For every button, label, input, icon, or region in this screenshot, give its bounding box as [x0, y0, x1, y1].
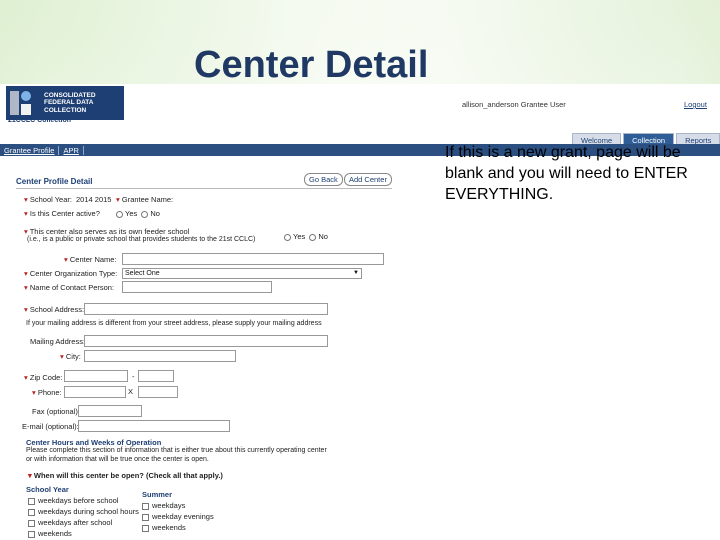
school-address-input[interactable] [84, 303, 328, 315]
city-label: ▾ City: [60, 352, 81, 361]
user-name: allison_anderson Grantee User [462, 100, 566, 109]
logo-text: CONSOLIDATED FEDERAL DATA COLLECTION [44, 91, 96, 114]
school-year-option: weekdays before school [28, 496, 118, 505]
app-logo: CONSOLIDATED FEDERAL DATA COLLECTION [6, 86, 124, 120]
fax-input[interactable] [78, 405, 142, 417]
mailing-note: If your mailing address is different fro… [26, 320, 322, 327]
school-year-column: School Year [26, 485, 69, 494]
grantee-name-label: ▾ Grantee Name: [116, 195, 174, 204]
contact-input[interactable] [122, 281, 272, 293]
mailing-address-label: Mailing Address: [30, 337, 86, 346]
go-back-button[interactable]: Go Back [304, 173, 343, 186]
zip-input[interactable] [64, 370, 128, 382]
checkbox[interactable] [142, 524, 149, 532]
summer-option: weekday evenings [142, 512, 214, 521]
active-yes-radio[interactable] [116, 210, 123, 218]
center-name-input[interactable] [122, 253, 384, 265]
phone-ext-label: X [128, 387, 134, 396]
center-org-type-select[interactable]: Select One ▼ [122, 268, 362, 279]
phone-input[interactable] [64, 386, 126, 398]
nav-apr[interactable]: APR [59, 145, 84, 155]
nav-grantee-profile[interactable]: Grantee Profile [0, 145, 60, 155]
checkbox[interactable] [28, 530, 35, 538]
summer-option: weekdays [142, 501, 185, 510]
mailing-address-input[interactable] [84, 335, 328, 347]
city-input[interactable] [84, 350, 236, 362]
phone-label: ▾ Phone: [32, 388, 62, 397]
school-year-label: ▾ School Year: [24, 195, 72, 204]
hours-note-1: Please complete this section of informat… [26, 447, 327, 454]
checkbox[interactable] [142, 502, 149, 510]
zip-dash: - [132, 372, 135, 381]
school-year-option: weekends [28, 529, 72, 538]
center-name-label: ▾ Center Name: [64, 255, 117, 264]
school-address-label: ▾ School Address: [24, 305, 85, 314]
email-input[interactable] [78, 420, 230, 432]
school-year-option: weekdays after school [28, 518, 112, 527]
logo-emblem-icon [6, 86, 36, 120]
email-label: E-mail (optional): [22, 422, 79, 431]
fax-label: Fax (optional): [32, 407, 80, 416]
summer-column: Summer [142, 490, 173, 499]
divider [16, 188, 392, 189]
checkbox[interactable] [28, 519, 35, 527]
logo-subtitle: 21CCLC Collection [8, 117, 72, 124]
checkbox[interactable] [142, 513, 149, 521]
hours-title: Center Hours and Weeks of Operation [26, 438, 162, 447]
logout-link[interactable]: Logout [684, 100, 707, 109]
active-label: ▾ Is this Center active? [24, 209, 100, 218]
active-no-radio[interactable] [141, 210, 149, 218]
feeder-note: (i.e., is a public or private school tha… [27, 236, 256, 243]
slide-title: Center Detail [194, 44, 429, 86]
feeder-radio-group: Yes No [282, 232, 328, 241]
contact-label: ▾ Name of Contact Person: [24, 283, 115, 292]
feeder-yes-radio[interactable] [284, 233, 291, 241]
active-radio-group: Yes No [114, 209, 160, 218]
zip-ext-input[interactable] [138, 370, 174, 382]
chevron-down-icon: ▼ [353, 270, 359, 276]
hours-note-2: or with information that will be true on… [26, 456, 209, 463]
feeder-label: ▾ This center also serves as its own fee… [24, 227, 190, 236]
instruction-callout: If this is a new grant, page will be bla… [445, 144, 688, 203]
add-center-button[interactable]: Add Center [344, 173, 392, 186]
center-org-type-label: ▾ Center Organization Type: [24, 269, 118, 278]
feeder-no-radio[interactable] [309, 233, 317, 241]
checkbox[interactable] [28, 508, 35, 516]
phone-ext-input[interactable] [138, 386, 178, 398]
school-year-value: 2014 2015 [76, 195, 112, 204]
school-year-option: weekdays during school hours [28, 507, 139, 516]
zip-label: ▾ Zip Code: [24, 373, 63, 382]
section-title: Center Profile Detail [16, 177, 93, 186]
when-open-label: ▾ When will this center be open? (Check … [28, 471, 223, 480]
summer-option: weekends [142, 523, 186, 532]
checkbox[interactable] [28, 497, 35, 505]
